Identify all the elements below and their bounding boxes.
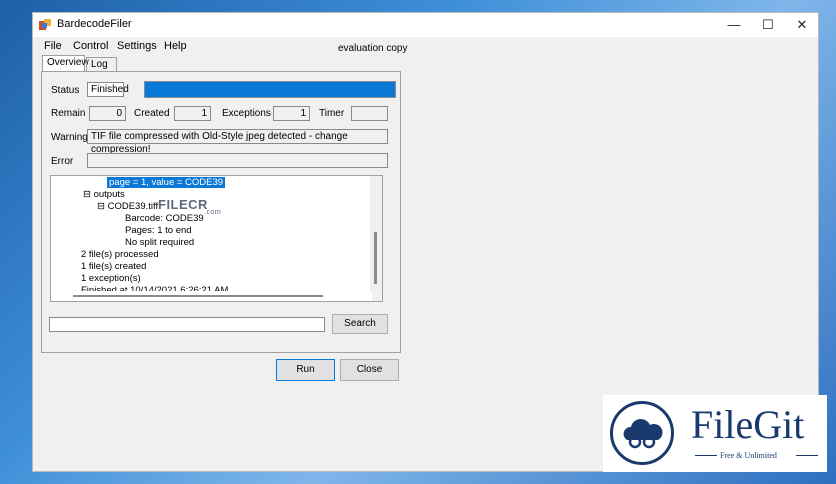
tree-node-pages[interactable]: Pages: 1 to end xyxy=(125,225,192,236)
vertical-scroll-thumb[interactable] xyxy=(374,232,377,284)
progress-bar xyxy=(144,81,396,98)
title-bar: BardecodeFiler — ☐ ✕ xyxy=(33,13,818,37)
maximize-button[interactable]: ☐ xyxy=(751,13,785,37)
tree-node-selected[interactable]: page = 1, value = CODE39 xyxy=(107,177,226,188)
tree-horizontal-scrollbar[interactable] xyxy=(51,291,372,301)
timer-field xyxy=(351,106,388,121)
tree-node-processed[interactable]: 2 file(s) processed xyxy=(81,249,159,260)
warning-label: Warning xyxy=(51,132,88,143)
remain-field: 0 xyxy=(89,106,126,121)
tagline-rule-left xyxy=(695,455,717,456)
error-label: Error xyxy=(51,156,74,167)
horizontal-scroll-thumb[interactable] xyxy=(73,295,323,297)
progress-fill xyxy=(145,82,395,97)
run-button[interactable]: Run xyxy=(276,359,335,381)
exceptions-field: 1 xyxy=(273,106,310,121)
tree-node-file[interactable]: ⊟ CODE39.tiff xyxy=(97,201,158,212)
menu-file[interactable]: File xyxy=(44,40,62,52)
close-window-button[interactable]: ✕ xyxy=(785,13,819,37)
tree-node-exceptions[interactable]: 1 exception(s) xyxy=(81,273,141,284)
status-field: Finished xyxy=(87,82,129,97)
close-button[interactable]: Close xyxy=(340,359,399,381)
tree-node-created[interactable]: 1 file(s) created xyxy=(81,261,146,272)
tree-node-split[interactable]: No split required xyxy=(125,237,194,248)
filegit-name: FileGit xyxy=(691,402,805,447)
tree-vertical-scrollbar[interactable] xyxy=(370,176,382,301)
error-field xyxy=(87,153,388,168)
menu-bar: File Control Settings Help xyxy=(33,38,818,56)
results-tree[interactable]: page = 1, value = CODE39 ⊟ outputs ⊟ COD… xyxy=(50,175,383,302)
watermark-sub: .com xyxy=(204,209,222,216)
created-label: Created xyxy=(134,108,170,119)
filegit-tagline: Free & Unlimited xyxy=(720,451,777,460)
tree-node-outputs[interactable]: ⊟ outputs xyxy=(83,189,125,200)
filegit-badge: FileGit Free & Unlimited xyxy=(603,395,827,472)
tab-log[interactable]: Log xyxy=(86,57,117,71)
window-title: BardecodeFiler xyxy=(57,18,132,30)
timer-label: Timer xyxy=(319,108,345,119)
remain-label: Remain xyxy=(51,108,86,119)
evaluation-label: evaluation copy xyxy=(338,43,408,54)
watermark: FILECR .com xyxy=(158,197,221,216)
cloud-icon xyxy=(610,401,674,465)
menu-help[interactable]: Help xyxy=(164,40,187,52)
watermark-text: FILECR xyxy=(158,197,208,212)
created-field: 1 xyxy=(174,106,211,121)
status-label: Status xyxy=(51,85,80,96)
warning-field: TIF file compressed with Old-Style jpeg … xyxy=(87,129,388,155)
menu-control[interactable]: Control xyxy=(73,40,108,52)
app-icon xyxy=(39,19,51,30)
menu-settings[interactable]: Settings xyxy=(117,40,157,52)
tab-overview[interactable]: Overview xyxy=(42,55,89,71)
search-input[interactable] xyxy=(49,317,325,332)
exceptions-label: Exceptions xyxy=(222,108,271,119)
search-button[interactable]: Search xyxy=(332,314,388,334)
cloud-glyph-icon xyxy=(623,418,663,449)
tagline-rule-right xyxy=(796,455,818,456)
minimize-button[interactable]: — xyxy=(717,13,751,37)
